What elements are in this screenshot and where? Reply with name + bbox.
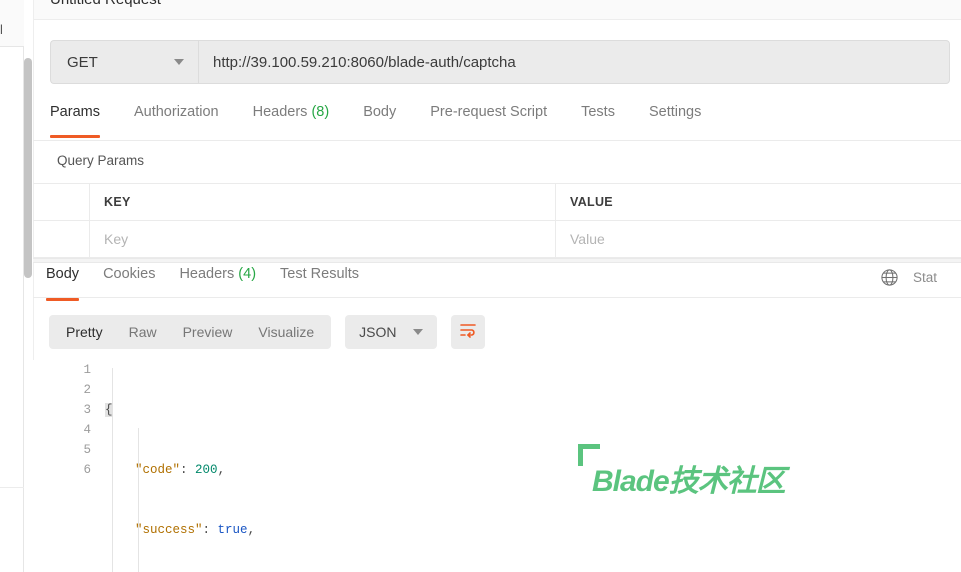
format-preview-label: Preview <box>182 324 233 340</box>
chevron-down-icon <box>412 329 423 335</box>
globe-icon[interactable] <box>880 268 899 287</box>
sidebar-filter-all-label[interactable]: All <box>0 22 24 37</box>
response-tab-body[interactable]: Body <box>46 266 80 301</box>
table-row: Key Value <box>33 221 961 258</box>
tab-authorization[interactable]: Authorization <box>134 100 219 140</box>
request-tabs-underline <box>33 140 961 141</box>
url-value: http://39.100.59.210:8060/blade-auth/cap… <box>213 53 516 71</box>
json-key: "success" <box>135 523 203 537</box>
table-header-row: KEY VALUE <box>33 184 961 221</box>
format-visualize-label: Visualize <box>258 324 315 340</box>
tab-params[interactable]: Params <box>50 100 100 140</box>
tab-settings-label: Settings <box>648 104 702 120</box>
tab-pre-request-script-label: Pre-request Script <box>430 104 548 120</box>
request-title[interactable]: Untitled Request <box>50 0 161 8</box>
column-header-value-label: VALUE <box>570 195 613 209</box>
response-tab-headers-label: Headers <box>179 266 235 282</box>
json-key: "code" <box>135 463 181 477</box>
http-method-label: GET <box>67 53 98 71</box>
response-status-label: Stat <box>913 270 938 285</box>
json-value: true <box>217 523 248 537</box>
param-key-input[interactable]: Key <box>90 221 556 257</box>
sidebar-scrollbar-thumb[interactable] <box>24 58 32 278</box>
column-header-value: VALUE <box>556 184 961 220</box>
code-content: { "code": 200, "success": true, "data": … <box>105 360 961 572</box>
json-value: 200 <box>195 463 218 477</box>
request-title-bar: Untitled Request <box>34 0 961 20</box>
response-tab-test-results-label: Test Results <box>280 266 360 282</box>
format-preview-button[interactable]: Preview <box>170 315 246 349</box>
format-segmented-control: Pretty Raw Preview Visualize <box>49 315 332 349</box>
json-comma: , <box>247 523 256 537</box>
code-line: "success": true, <box>135 523 256 537</box>
line-number: 6 <box>83 463 91 477</box>
line-number: 3 <box>83 403 91 417</box>
response-tab-test-results[interactable]: Test Results <box>280 266 359 298</box>
url-input[interactable]: http://39.100.59.210:8060/blade-auth/cap… <box>198 40 950 84</box>
row-checkbox-cell[interactable] <box>33 221 90 257</box>
request-title-separator <box>34 19 961 20</box>
param-value-input[interactable]: Value <box>556 221 961 257</box>
word-wrap-icon <box>459 322 477 343</box>
tab-authorization-label: Authorization <box>133 104 219 120</box>
line-number: 5 <box>83 443 91 457</box>
line-number: 2 <box>83 383 91 397</box>
left-sidebar-clipped: All c <box>0 0 24 572</box>
sidebar-divider <box>0 487 24 488</box>
response-language-label: JSON <box>359 324 397 340</box>
query-params-title: Query Params <box>57 153 145 168</box>
tab-tests[interactable]: Tests <box>581 100 615 140</box>
response-tab-cookies-label: Cookies <box>103 266 156 282</box>
tab-headers[interactable]: Headers (8) <box>253 100 330 140</box>
response-language-dropdown[interactable]: JSON <box>345 315 437 349</box>
tab-headers-label: Headers <box>252 104 308 120</box>
response-divider <box>33 258 961 263</box>
param-key-placeholder: Key <box>104 231 129 247</box>
chevron-down-icon <box>174 59 184 65</box>
tab-tests-label: Tests <box>581 104 615 120</box>
response-format-toolbar: Pretty Raw Preview Visualize JSON <box>49 315 485 349</box>
request-tabs: Params Authorization Headers (8) Body Pr… <box>50 100 961 140</box>
line-number: 1 <box>83 363 91 377</box>
response-tabs: Body Cookies Headers (4) Test Results <box>46 266 383 301</box>
json-comma: , <box>217 463 226 477</box>
response-tabs-underline <box>33 297 961 298</box>
line-number: 4 <box>83 423 91 437</box>
response-tab-cookies[interactable]: Cookies <box>103 266 155 298</box>
postman-window: All c Untitled Request GET http://39.100… <box>0 0 961 572</box>
line-number-gutter: 1 2 3 4 5 6 <box>33 360 105 572</box>
format-visualize-button[interactable]: Visualize <box>245 315 327 349</box>
json-brace: { <box>105 403 113 417</box>
code-line: "code": 200, <box>135 463 226 477</box>
response-tab-headers-count: (4) <box>238 266 257 282</box>
param-value-placeholder: Value <box>570 231 605 247</box>
code-line: { <box>105 400 961 420</box>
format-raw-button[interactable]: Raw <box>116 315 170 349</box>
tab-headers-count: (8) <box>311 104 330 120</box>
http-method-dropdown[interactable]: GET <box>50 40 198 84</box>
format-pretty-label: Pretty <box>66 324 103 340</box>
tab-body[interactable]: Body <box>363 100 396 140</box>
response-tab-body-label: Body <box>46 266 80 282</box>
tab-pre-request-script[interactable]: Pre-request Script <box>430 100 547 140</box>
url-bar: GET http://39.100.59.210:8060/blade-auth… <box>50 40 950 84</box>
sidebar-scrollbar[interactable] <box>24 58 32 572</box>
column-header-key: KEY <box>90 184 556 220</box>
format-raw-label: Raw <box>128 324 157 340</box>
select-all-checkbox-cell[interactable] <box>33 184 90 220</box>
tab-settings[interactable]: Settings <box>649 100 701 140</box>
response-status-area: Stat <box>880 268 961 287</box>
column-header-key-label: KEY <box>104 195 131 209</box>
format-pretty-button[interactable]: Pretty <box>53 315 116 349</box>
query-params-table: KEY VALUE Key Value <box>33 183 961 258</box>
sidebar-clipped-bottom-label: c <box>0 518 24 530</box>
response-body-viewer[interactable]: 1 2 3 4 5 6 { "code": 200, "success": tr… <box>33 360 961 572</box>
tab-body-label: Body <box>363 104 397 120</box>
word-wrap-button[interactable] <box>450 315 485 349</box>
tab-params-label: Params <box>50 104 100 120</box>
response-tab-headers[interactable]: Headers (4) <box>179 266 256 298</box>
